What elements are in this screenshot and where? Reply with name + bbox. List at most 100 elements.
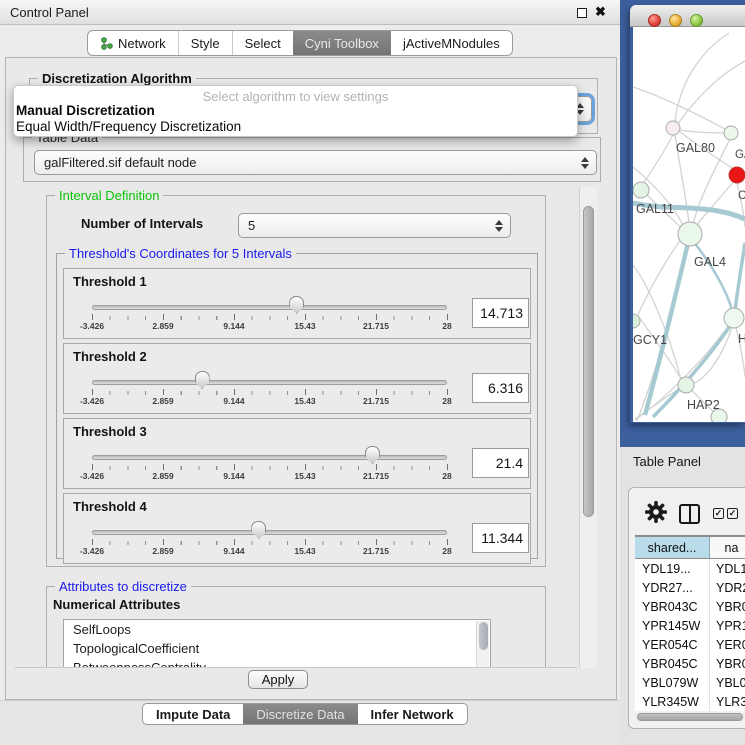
node-red-selected[interactable] bbox=[729, 167, 745, 183]
panel-title: Control Panel bbox=[10, 5, 89, 20]
threshold-2-label: Threshold 2 bbox=[73, 349, 147, 364]
scrollbar-thumb[interactable] bbox=[479, 622, 488, 650]
table-row[interactable]: YDR27...YDR2 bbox=[635, 578, 745, 597]
threshold-1-slider-thumb[interactable] bbox=[289, 296, 304, 314]
panel-scrollbar[interactable] bbox=[579, 187, 597, 668]
tick-label: 2.859 bbox=[152, 546, 173, 556]
cell-name[interactable]: YDL1 bbox=[710, 559, 745, 578]
scrollbar-thumb[interactable] bbox=[637, 713, 743, 721]
threshold-4-value-field[interactable]: 11.344 bbox=[472, 523, 529, 553]
tab-style[interactable]: Style bbox=[178, 31, 232, 55]
gear-icon[interactable] bbox=[645, 501, 667, 528]
number-of-intervals-label: Number of Intervals bbox=[81, 216, 203, 231]
table-data-group: Table Data galFiltered.sif default node bbox=[23, 137, 601, 182]
cell-shared-name[interactable]: YBR045C bbox=[635, 654, 710, 673]
checkbox-icon[interactable]: ✓ bbox=[713, 508, 724, 519]
threshold-2-slider-track[interactable] bbox=[92, 380, 447, 385]
node-hap2[interactable] bbox=[678, 377, 694, 393]
tab-infer-network[interactable]: Infer Network bbox=[358, 704, 467, 724]
network-canvas[interactable]: GAL80 GA C GAL11 GAL4 GCY1 H HAP2 bbox=[633, 27, 745, 422]
threshold-4-slider-thumb[interactable] bbox=[251, 521, 266, 539]
threshold-4-label: Threshold 4 bbox=[73, 499, 147, 514]
node-gcy1[interactable] bbox=[633, 314, 640, 328]
threshold-1-slider-track[interactable] bbox=[92, 305, 447, 310]
table-row[interactable]: YLR345WYLR3 bbox=[635, 692, 745, 711]
zoom-traffic-light[interactable] bbox=[690, 14, 703, 27]
tab-network-label: Network bbox=[118, 36, 166, 51]
cell-name[interactable]: YDR2 bbox=[710, 578, 745, 597]
table-row[interactable]: YBL079WYBL0 bbox=[635, 673, 745, 692]
node-h[interactable] bbox=[724, 308, 744, 328]
node-gal11[interactable] bbox=[633, 182, 649, 198]
node-top-right[interactable] bbox=[724, 126, 738, 140]
table-data-combobox[interactable]: galFiltered.sif default node bbox=[34, 150, 597, 175]
threshold-1-label: Threshold 1 bbox=[73, 274, 147, 289]
tab-select[interactable]: Select bbox=[232, 31, 293, 55]
slider-ticks-major bbox=[92, 539, 449, 545]
interval-definition-title: Interval Definition bbox=[55, 188, 163, 203]
popup-option-equal-width[interactable]: Equal Width/Frequency Discretization bbox=[14, 119, 577, 135]
cell-name[interactable]: YBL0 bbox=[710, 673, 745, 692]
attributes-scrollbar[interactable] bbox=[476, 621, 489, 668]
minimize-traffic-light[interactable] bbox=[669, 14, 682, 27]
float-window-icon[interactable] bbox=[577, 8, 587, 18]
cell-shared-name[interactable]: YBR043C bbox=[635, 597, 710, 616]
table-row[interactable]: YBR043CYBR0 bbox=[635, 597, 745, 616]
attribute-list-item[interactable]: TopologicalCoefficient bbox=[64, 639, 490, 658]
cell-shared-name[interactable]: YLR345W bbox=[635, 692, 710, 711]
apply-button[interactable]: Apply bbox=[248, 670, 308, 689]
attribute-list-item[interactable]: BetweennessCentrality bbox=[64, 658, 490, 668]
tab-jactivemnodules[interactable]: jActiveMNodules bbox=[391, 31, 512, 55]
threshold-1-box: Threshold 1 -3.4262.8599.14415.4321.7152… bbox=[63, 268, 531, 339]
threshold-2-value-field[interactable]: 6.316 bbox=[472, 373, 529, 403]
cell-name[interactable]: YPR1 bbox=[710, 616, 745, 635]
column-header-shared-name[interactable]: shared... bbox=[635, 537, 710, 558]
table-horizontal-scrollbar[interactable] bbox=[635, 712, 745, 722]
node-gal80[interactable] bbox=[666, 121, 680, 135]
node-label: HAP2 bbox=[687, 398, 720, 412]
tab-discretize-data[interactable]: Discretize Data bbox=[243, 704, 357, 724]
threshold-1-value-field[interactable]: 14.713 bbox=[472, 298, 529, 328]
right-panel: GAL80 GA C GAL11 GAL4 GCY1 H HAP2 Table … bbox=[620, 0, 745, 745]
threshold-4-slider-track[interactable] bbox=[92, 530, 447, 535]
cell-name[interactable]: YBR0 bbox=[710, 654, 745, 673]
table-row[interactable]: YBR045CYBR0 bbox=[635, 654, 745, 673]
cell-name[interactable]: YLR3 bbox=[710, 692, 745, 711]
node-gal4[interactable] bbox=[678, 222, 702, 246]
column-header-name[interactable]: na bbox=[710, 537, 745, 558]
slider-ticks-major bbox=[92, 464, 449, 470]
threshold-3-value-field[interactable]: 21.4 bbox=[472, 448, 529, 478]
tick-label: 2.859 bbox=[152, 396, 173, 406]
cell-shared-name[interactable]: YBL079W bbox=[635, 673, 710, 692]
threshold-3-slider-track[interactable] bbox=[92, 455, 447, 460]
cell-name[interactable]: YBR0 bbox=[710, 597, 745, 616]
table-row[interactable]: YDL19...YDL1 bbox=[635, 559, 745, 578]
close-traffic-light[interactable] bbox=[648, 14, 661, 27]
popup-option-manual[interactable]: Manual Discretization bbox=[14, 103, 577, 119]
attributes-title: Attributes to discretize bbox=[55, 579, 191, 594]
checkbox-icon[interactable]: ✓ bbox=[727, 508, 738, 519]
tab-network[interactable]: Network bbox=[88, 31, 178, 55]
cell-shared-name[interactable]: YDR27... bbox=[635, 578, 710, 597]
numerical-attributes-label: Numerical Attributes bbox=[53, 597, 180, 612]
threshold-2-slider-thumb[interactable] bbox=[195, 371, 210, 389]
number-of-intervals-combobox[interactable]: 5 bbox=[238, 213, 511, 238]
table-row[interactable]: YPR145WYPR1 bbox=[635, 616, 745, 635]
tick-label: 9.144 bbox=[223, 321, 244, 331]
tick-label: -3.426 bbox=[80, 321, 104, 331]
cell-name[interactable]: YER0 bbox=[710, 635, 745, 654]
table-row[interactable]: YER054CYER0 bbox=[635, 635, 745, 654]
tab-cyni-toolbox[interactable]: Cyni Toolbox bbox=[293, 31, 391, 55]
numerical-attributes-list[interactable]: SelfLoopsTopologicalCoefficientBetweenne… bbox=[63, 619, 491, 668]
close-icon[interactable]: ✖ bbox=[595, 4, 606, 20]
tab-impute-data[interactable]: Impute Data bbox=[143, 704, 243, 724]
cell-shared-name[interactable]: YPR145W bbox=[635, 616, 710, 635]
number-of-intervals-value: 5 bbox=[248, 218, 255, 233]
attribute-list-item[interactable]: SelfLoops bbox=[64, 620, 490, 639]
split-view-icon[interactable] bbox=[679, 504, 700, 524]
combo-arrows-icon bbox=[495, 220, 503, 232]
cell-shared-name[interactable]: YDL19... bbox=[635, 559, 710, 578]
cell-shared-name[interactable]: YER054C bbox=[635, 635, 710, 654]
scrollbar-thumb[interactable] bbox=[583, 206, 594, 517]
threshold-3-slider-thumb[interactable] bbox=[365, 446, 380, 464]
